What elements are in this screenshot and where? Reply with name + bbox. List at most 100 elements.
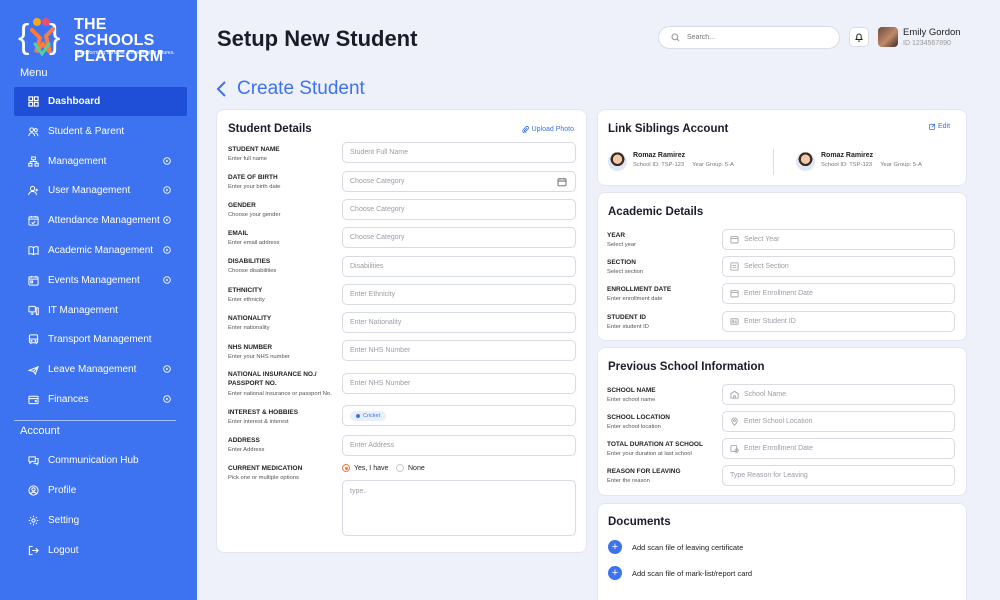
interests-input[interactable]: Cricket [342, 405, 576, 426]
student-name-input[interactable]: Student Full Name [342, 142, 576, 163]
sidebar-item-profile[interactable]: Profile [14, 476, 187, 505]
section-select[interactable]: Select Section [722, 256, 955, 277]
radio-icon[interactable] [396, 464, 404, 472]
card-title: Academic Details [608, 206, 704, 218]
sidebar-item-academic-management[interactable]: Academic Management [14, 236, 187, 265]
sidebar-item-label: Transport Management [48, 334, 152, 345]
page-title: Setup New Student [217, 26, 418, 51]
add-report-card-button[interactable]: + Add scan file of mark-list/report card [608, 566, 752, 580]
calendar-icon [730, 236, 739, 244]
sidebar-item-logout[interactable]: Logout [14, 536, 187, 565]
chevron-circle-icon[interactable] [163, 216, 171, 224]
student-id-input[interactable]: Enter Student ID [722, 311, 955, 332]
org-chart-icon [28, 156, 39, 167]
grid-icon [28, 96, 39, 107]
brand-logo[interactable]: { } THE SCHOOLS PLATFORM Transforming sc… [18, 14, 188, 65]
disabilities-input[interactable]: Disabilities [342, 256, 576, 277]
notification-button[interactable] [849, 27, 869, 47]
field-hint: Enter your NHS number [228, 354, 290, 360]
reason-for-leaving-input[interactable]: Type Reason for Leaving [722, 465, 955, 486]
add-leaving-certificate-button[interactable]: + Add scan file of leaving certificate [608, 540, 743, 554]
sidebar-item-dashboard[interactable]: Dashboard [14, 87, 187, 116]
user-avatar[interactable] [878, 27, 898, 47]
bus-icon [28, 334, 39, 345]
brand-name: THE SCHOOLS PLATFORM [74, 16, 164, 65]
sibling-card[interactable]: Romaz Ramirez School ID: TSP-123 Year Gr… [796, 152, 922, 171]
search-bar[interactable] [658, 26, 840, 49]
field-hint: Select year [607, 242, 636, 248]
sidebar-item-student-parent[interactable]: Student & Parent [14, 117, 187, 146]
field-label: CURRENT MEDICATION [228, 465, 303, 472]
back-arrow-icon[interactable] [215, 80, 229, 98]
field-label: GENDER [228, 202, 256, 209]
field-hint: Enter enrollment date [607, 296, 663, 302]
plane-icon [28, 364, 39, 375]
email-field[interactable]: Choose Category [342, 227, 576, 248]
nhs-number-input[interactable]: Enter NHS Number [342, 340, 576, 361]
calendar-icon [28, 275, 39, 286]
ethnicity-input[interactable]: Enter Ethnicity [342, 284, 576, 305]
school-location-input[interactable]: Enter School Location [722, 411, 955, 432]
sidebar-item-setting[interactable]: Setting [14, 506, 187, 535]
sidebar-item-leave-management[interactable]: Leave Management [14, 355, 187, 384]
calendar-icon[interactable] [557, 177, 567, 187]
chevron-circle-icon[interactable] [163, 157, 171, 165]
edit-siblings-button[interactable]: Edit [929, 123, 950, 130]
gender-select[interactable]: Choose Category [342, 199, 576, 220]
sidebar-item-label: Student & Parent [48, 126, 125, 137]
sidebar-item-attendance-management[interactable]: Attendance Management [14, 206, 187, 235]
calendar-clock-icon [730, 445, 739, 453]
interest-chip[interactable]: Cricket [350, 410, 387, 421]
field-hint: Enter the reason [607, 478, 650, 484]
field-hint: Pick one or multiple options [228, 475, 299, 481]
search-input[interactable] [687, 34, 817, 41]
plus-icon[interactable]: + [608, 540, 622, 554]
sibling-avatar [796, 152, 815, 171]
field-hint: Enter nationality [228, 325, 270, 331]
upload-photo-link[interactable]: Upload Photo [521, 126, 574, 133]
field-hint: Choose disabilities [228, 268, 277, 274]
sibling-card[interactable]: Romaz Ramirez School ID: TSP-123 Year Gr… [608, 152, 734, 171]
enrollment-date-input[interactable]: Enter Enrollment Date [722, 283, 955, 304]
sibling-meta: School ID: TSP-123 Year Group: 5-A [821, 162, 922, 168]
sidebar-item-communication-hub[interactable]: Communication Hub [14, 446, 187, 475]
field-label: YEAR [607, 232, 626, 239]
medication-none-option[interactable]: None [396, 464, 425, 472]
field-hint: Enter ethnicity [228, 297, 265, 303]
sidebar-item-management[interactable]: Management [14, 147, 187, 176]
users-icon [28, 126, 39, 137]
sidebar-item-user-management[interactable]: User Management [14, 176, 187, 205]
nationality-input[interactable]: Enter Nationality [342, 312, 576, 333]
school-icon [730, 390, 739, 399]
chevron-circle-icon[interactable] [163, 395, 171, 403]
date-of-birth-input[interactable]: Choose Category [342, 171, 576, 192]
field-label: REASON FOR LEAVING [607, 468, 681, 475]
field-label: SCHOOL NAME [607, 387, 656, 394]
sidebar-item-transport-management[interactable]: Transport Management [14, 325, 187, 354]
duration-input[interactable]: Enter Enrollment Date [722, 438, 955, 459]
radio-selected-icon[interactable] [342, 464, 350, 472]
sidebar-item-finances[interactable]: Finances [14, 385, 187, 414]
field-hint: Enter school name [607, 397, 656, 403]
sidebar-item-label: Setting [48, 515, 80, 526]
sibling-name: Romaz Ramirez [821, 152, 874, 159]
calendar-icon [730, 290, 739, 298]
medication-yes-option[interactable]: Yes, I have [342, 464, 388, 472]
search-icon [671, 33, 680, 42]
section-icon [730, 262, 739, 271]
medication-textarea[interactable]: type.. [342, 480, 576, 536]
chevron-circle-icon[interactable] [163, 246, 171, 254]
sidebar-item-it-management[interactable]: IT Management [14, 296, 187, 325]
user-name: Emily Gordon [903, 27, 961, 38]
chevron-circle-icon[interactable] [163, 186, 171, 194]
sidebar-item-events-management[interactable]: Events Management [14, 266, 187, 295]
chevron-circle-icon[interactable] [163, 276, 171, 284]
address-input[interactable]: Enter Address [342, 435, 576, 456]
chevron-circle-icon[interactable] [163, 365, 171, 373]
school-name-input[interactable]: School Name [722, 384, 955, 405]
plus-icon[interactable]: + [608, 566, 622, 580]
year-select[interactable]: Select Year [722, 229, 955, 250]
passport-number-input[interactable]: Enter NHS Number [342, 373, 576, 394]
sidebar-divider [14, 420, 176, 421]
field-label: TOTAL DURATION AT SCHOOL [607, 441, 703, 448]
